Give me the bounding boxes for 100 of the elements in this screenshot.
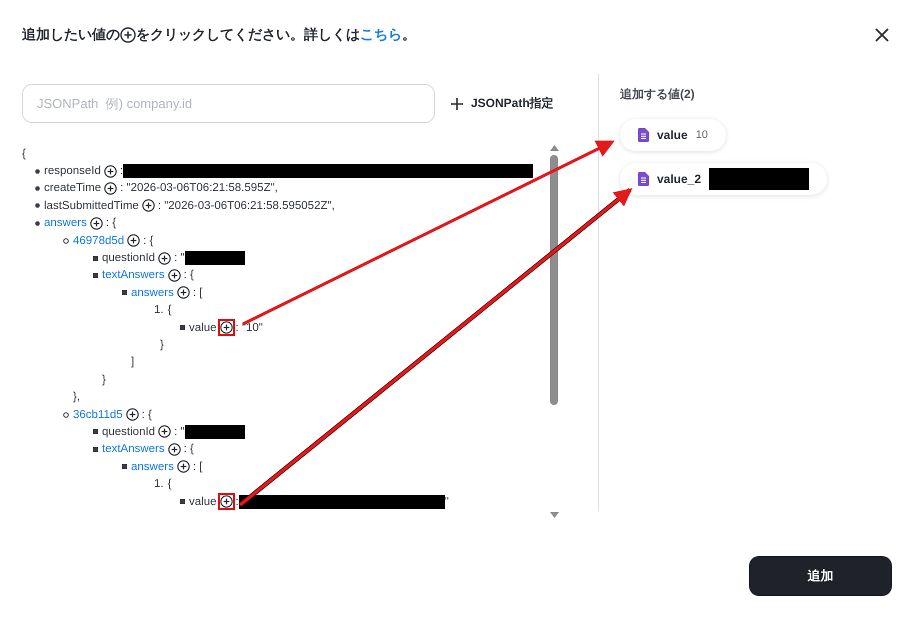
json-value: : "2026-03-06T06:21:58.595052Z", xyxy=(158,200,335,212)
json-value: : "2026-03-06T06:21:58.595Z", xyxy=(120,182,278,194)
json-value: : { xyxy=(184,269,194,282)
json-key: value xyxy=(189,496,216,508)
json-value: : xyxy=(236,496,239,508)
list-number: 1. xyxy=(154,478,164,490)
bullet-icon xyxy=(180,325,184,330)
plus-circle-icon xyxy=(126,408,139,422)
add-value-button[interactable] xyxy=(218,319,234,336)
bullet-icon xyxy=(34,220,40,226)
bullet-icon xyxy=(92,272,98,278)
json-key-link[interactable]: 36cb11d5 xyxy=(73,408,123,421)
plus-circle-icon xyxy=(104,164,117,178)
jsonpath-search-field[interactable]: JSONPath 例) company.id xyxy=(22,84,435,123)
add-button[interactable]: 追加 xyxy=(749,556,892,596)
plus-circle-icon xyxy=(120,27,136,43)
help-link[interactable]: こちら xyxy=(360,26,402,44)
json-value: : "10" xyxy=(236,322,263,334)
json-value: : " xyxy=(174,252,185,264)
bullet-icon xyxy=(92,429,98,434)
json-key-link[interactable]: textAnswers xyxy=(102,269,165,282)
add-value-button[interactable] xyxy=(140,197,157,214)
jsonpath-add-button[interactable]: JSONPath指定 xyxy=(451,95,554,112)
bullet-icon xyxy=(34,168,40,174)
json-value: : { xyxy=(106,217,116,230)
scroll-up-icon[interactable] xyxy=(550,145,558,151)
add-value-button[interactable] xyxy=(174,284,192,302)
add-value-button[interactable] xyxy=(166,266,183,284)
bullet-icon xyxy=(180,499,184,504)
json-key: createTime xyxy=(44,182,102,194)
json-value: { xyxy=(168,304,172,316)
add-value-button[interactable] xyxy=(125,232,142,250)
chip-label: value xyxy=(657,128,688,142)
json-key: questionId xyxy=(102,426,156,438)
json-bracket: { xyxy=(22,148,26,160)
bullet-icon xyxy=(122,290,126,296)
add-value-button[interactable] xyxy=(174,458,192,476)
plus-circle-icon xyxy=(104,182,118,195)
value-chip[interactable]: value 10 xyxy=(620,119,726,151)
json-key: questionId xyxy=(102,252,156,264)
add-value-button[interactable] xyxy=(102,180,120,197)
add-value-button[interactable] xyxy=(156,250,174,267)
json-value: : [ xyxy=(192,286,202,299)
document-icon xyxy=(638,172,649,186)
json-key-link[interactable]: textAnswers xyxy=(102,443,165,456)
json-value: : { xyxy=(142,408,152,421)
bullet-icon xyxy=(63,412,69,418)
add-value-button[interactable] xyxy=(156,423,174,440)
json-value: : [ xyxy=(192,460,202,473)
plus-circle-icon xyxy=(158,252,172,265)
json-key-link[interactable]: 46978d5d xyxy=(73,234,124,247)
json-bracket: }, xyxy=(73,391,80,404)
plus-circle-icon xyxy=(127,234,140,248)
json-key: lastSubmittedTime xyxy=(44,200,139,212)
json-value: " xyxy=(444,496,449,508)
bullet-icon xyxy=(122,464,126,470)
scrollbar[interactable] xyxy=(548,145,560,518)
bullet-icon xyxy=(34,186,40,191)
json-value: : { xyxy=(184,443,194,456)
close-button[interactable] xyxy=(874,27,890,43)
json-value: { xyxy=(168,478,172,490)
bullet-icon xyxy=(92,256,98,261)
instruction-text: 追加したい値の xyxy=(22,26,120,44)
list-number: 1. xyxy=(154,304,164,316)
json-key-link[interactable]: answers xyxy=(131,460,174,473)
plus-circle-icon xyxy=(220,495,232,508)
instruction-text: をクリックしてください。詳しくは xyxy=(136,26,360,44)
plus-circle-icon xyxy=(168,268,181,282)
plus-circle-icon xyxy=(158,425,172,438)
panel-title: 追加する値(2) xyxy=(620,86,695,103)
json-key-link[interactable]: answers xyxy=(44,217,87,230)
chip-label: value_2 xyxy=(657,172,702,186)
value-chip[interactable]: value_2 xyxy=(620,163,828,195)
json-bracket: } xyxy=(102,374,106,386)
instruction-text: 。 xyxy=(402,26,416,44)
bullet-icon xyxy=(92,446,98,452)
add-value-button[interactable] xyxy=(124,406,141,424)
json-bracket: ] xyxy=(131,356,134,368)
bullet-icon xyxy=(34,203,40,208)
json-value: : xyxy=(120,165,124,178)
add-value-button[interactable] xyxy=(166,440,183,458)
chip-value: 10 xyxy=(696,129,708,141)
plus-circle-icon xyxy=(90,216,103,230)
plus-circle-icon xyxy=(168,442,181,456)
plus-icon xyxy=(451,98,463,110)
add-value-button[interactable] xyxy=(88,214,105,232)
plus-circle-icon xyxy=(142,199,155,212)
document-icon xyxy=(638,128,649,142)
json-value: : { xyxy=(143,234,154,247)
plus-circle-icon xyxy=(176,460,190,474)
json-value: : " xyxy=(174,426,185,438)
add-value-button[interactable] xyxy=(102,162,119,180)
json-key-link[interactable]: answers xyxy=(131,286,174,299)
json-key: responseId xyxy=(44,165,101,178)
plus-circle-icon xyxy=(176,286,190,300)
json-bracket: } xyxy=(160,338,164,351)
json-key: value xyxy=(189,322,216,334)
add-value-button[interactable] xyxy=(218,493,234,510)
plus-circle-icon xyxy=(220,321,232,334)
scroll-down-icon[interactable] xyxy=(550,512,558,518)
